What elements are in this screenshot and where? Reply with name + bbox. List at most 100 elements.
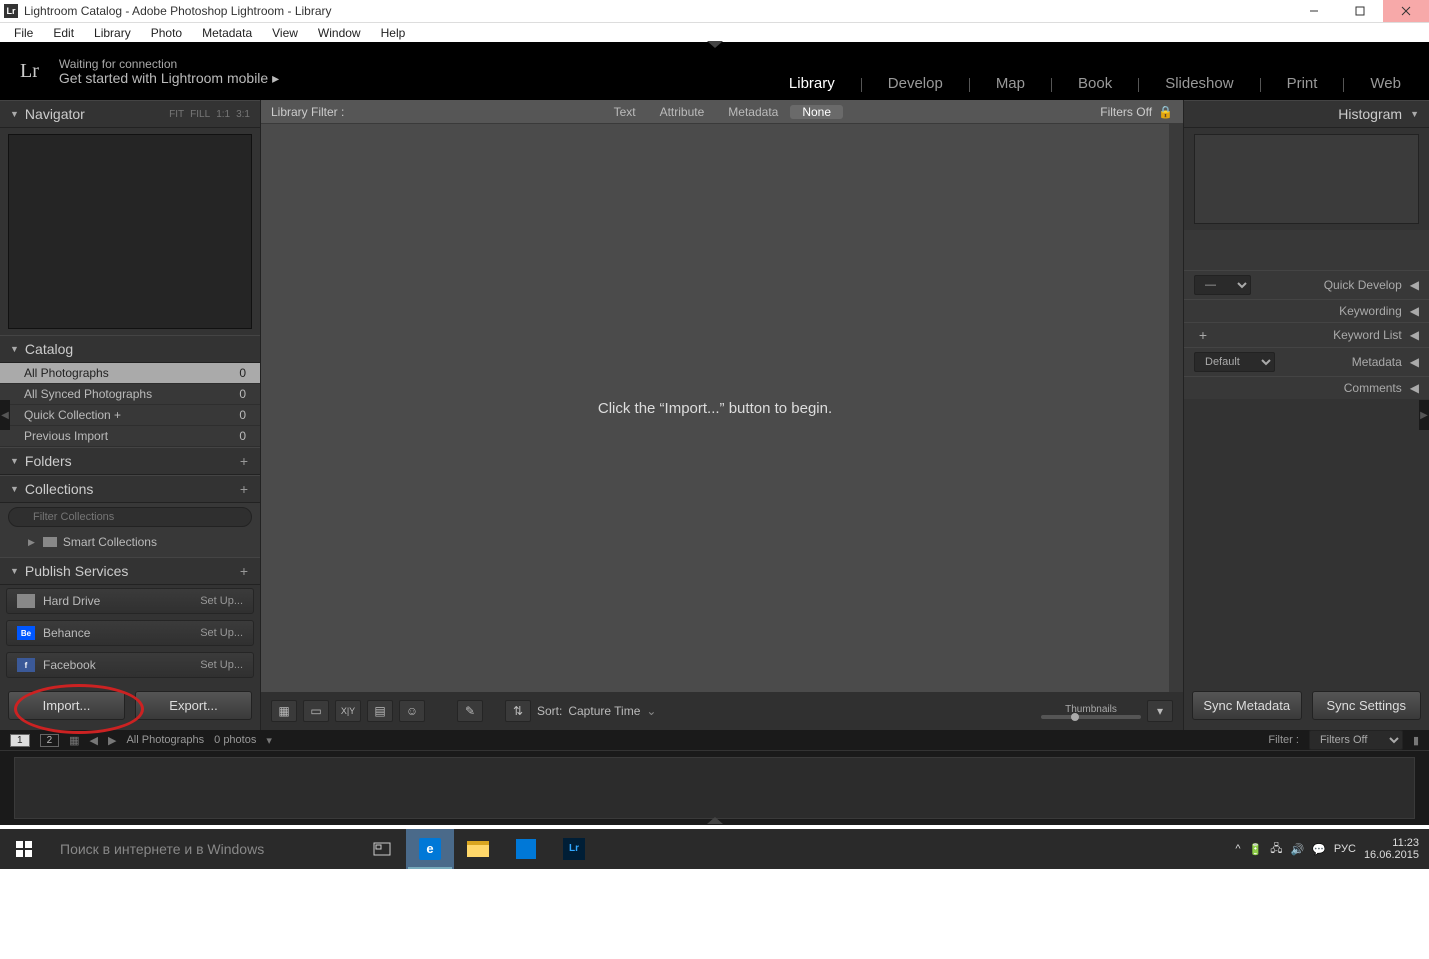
people-view-icon[interactable]: ☺ — [399, 700, 425, 722]
publish-header[interactable]: ▼ Publish Services + — [0, 557, 260, 585]
sync-settings-button[interactable]: Sync Settings — [1312, 691, 1422, 720]
collections-header[interactable]: ▼ Collections + — [0, 475, 260, 503]
tray-battery-icon[interactable]: 🔋 — [1249, 843, 1263, 856]
start-button[interactable] — [0, 829, 48, 869]
module-library[interactable]: Library — [781, 75, 843, 92]
histogram-header[interactable]: Histogram ▼ — [1184, 100, 1429, 128]
mobile-getstarted[interactable]: Get started with Lightroom mobile ▸ — [59, 71, 279, 85]
taskbar-store-icon[interactable] — [502, 829, 550, 869]
tray-chevron-icon[interactable]: ^ — [1235, 843, 1240, 855]
module-slideshow[interactable]: Slideshow — [1157, 75, 1241, 92]
chevron-left-icon[interactable]: ◀ — [1410, 278, 1419, 292]
grid-view-icon[interactable]: ▦ — [271, 700, 297, 722]
navigator-zoom-opts[interactable]: FITFILL1:13:1 — [163, 109, 250, 120]
module-print[interactable]: Print — [1279, 75, 1326, 92]
filmstrip-filter-label: Filter : — [1268, 734, 1299, 746]
panel-collapse-left-icon[interactable]: ◀ — [0, 400, 10, 430]
navigator-header[interactable]: ▼ Navigator FITFILL1:13:1 — [0, 100, 260, 128]
taskbar-edge-icon[interactable]: e — [406, 829, 454, 869]
add-publish-icon[interactable]: + — [238, 563, 250, 579]
catalog-all-photos[interactable]: All Photographs0 — [0, 363, 260, 384]
export-button[interactable]: Export... — [135, 691, 252, 720]
task-view-icon[interactable] — [358, 829, 406, 869]
menubar: File Edit Library Photo Metadata View Wi… — [0, 22, 1429, 42]
menu-file[interactable]: File — [6, 24, 41, 42]
publish-behance[interactable]: Be BehanceSet Up... — [6, 620, 254, 646]
module-web[interactable]: Web — [1362, 75, 1409, 92]
lock-icon[interactable]: 🔒 — [1158, 105, 1173, 119]
sort-direction-icon[interactable]: ⇅ — [505, 700, 531, 722]
filter-metadata[interactable]: Metadata — [716, 105, 790, 119]
monitor-2-button[interactable]: 2 — [40, 734, 60, 747]
menu-help[interactable]: Help — [373, 24, 414, 42]
publish-facebook[interactable]: f FacebookSet Up... — [6, 652, 254, 678]
tray-language[interactable]: РУС — [1334, 843, 1356, 855]
filmstrip-filter-select[interactable]: Filters Off — [1309, 730, 1403, 750]
taskbar-search[interactable]: Поиск в интернете и в Windows — [48, 829, 358, 869]
menu-window[interactable]: Window — [310, 24, 369, 42]
toolbar-dropdown-icon[interactable]: ▾ — [1147, 700, 1173, 722]
tray-notifications-icon[interactable]: 💬 — [1312, 843, 1326, 856]
quickdev-preset-select[interactable]: — — [1194, 275, 1251, 295]
folders-header[interactable]: ▼ Folders + — [0, 447, 260, 475]
tray-network-icon[interactable]: 🖧 — [1270, 840, 1282, 859]
module-map[interactable]: Map — [988, 75, 1033, 92]
close-button[interactable] — [1383, 0, 1429, 22]
filter-attribute[interactable]: Attribute — [648, 105, 717, 119]
module-book[interactable]: Book — [1070, 75, 1120, 92]
sync-metadata-button[interactable]: Sync Metadata — [1192, 691, 1302, 720]
panel-collapse-right-icon[interactable]: ▶ — [1419, 400, 1429, 430]
publish-hard-drive[interactable]: Hard DriveSet Up... — [6, 588, 254, 614]
monitor-1-button[interactable]: 1 — [10, 734, 30, 747]
maximize-button[interactable] — [1337, 0, 1383, 22]
add-collection-icon[interactable]: + — [238, 481, 250, 497]
chevron-left-icon[interactable]: ◀ — [1410, 355, 1419, 369]
filter-collections-input[interactable] — [8, 507, 252, 527]
menu-edit[interactable]: Edit — [45, 24, 82, 42]
survey-view-icon[interactable]: ▤ — [367, 700, 393, 722]
chevron-left-icon[interactable]: ◀ — [1410, 381, 1419, 395]
catalog-header[interactable]: ▼ Catalog — [0, 335, 260, 363]
panel-collapse-top-icon[interactable] — [707, 41, 723, 48]
filter-text[interactable]: Text — [602, 105, 648, 119]
minimize-button[interactable] — [1291, 0, 1337, 22]
sort-value-dropdown[interactable]: Capture Time — [568, 704, 640, 718]
chevron-left-icon[interactable]: ◀ — [1410, 304, 1419, 318]
add-keyword-icon[interactable]: + — [1194, 327, 1212, 343]
module-develop[interactable]: Develop — [880, 75, 951, 92]
filters-off-dropdown[interactable]: Filters Off — [1100, 105, 1152, 119]
breadcrumb[interactable]: All Photographs — [126, 734, 204, 746]
metadata-preset-select[interactable]: Default — [1194, 352, 1275, 372]
tray-volume-icon[interactable]: 🔊 — [1291, 843, 1305, 856]
import-button[interactable]: Import... — [8, 691, 125, 720]
menu-view[interactable]: View — [264, 24, 306, 42]
add-folder-icon[interactable]: + — [238, 453, 250, 469]
nav-forward-icon[interactable]: ▶ — [108, 734, 116, 747]
menu-library[interactable]: Library — [86, 24, 139, 42]
catalog-synced[interactable]: All Synced Photographs0 — [0, 384, 260, 405]
facebook-icon: f — [17, 658, 35, 672]
menu-photo[interactable]: Photo — [143, 24, 190, 42]
navigator-preview[interactable] — [8, 134, 252, 329]
compare-view-icon[interactable]: X|Y — [335, 700, 361, 722]
nav-back-icon[interactable]: ◀ — [90, 734, 98, 747]
thumbnail-size-slider[interactable] — [1041, 715, 1141, 719]
taskbar-explorer-icon[interactable] — [454, 829, 502, 869]
right-panel: Histogram ▼ — Quick Develop ◀ Keywording… — [1184, 100, 1429, 730]
loupe-view-icon[interactable]: ▭ — [303, 700, 329, 722]
filter-switch-icon[interactable]: ▮ — [1413, 734, 1419, 747]
taskbar-lightroom-icon[interactable]: Lr — [550, 829, 598, 869]
catalog-quick-collection[interactable]: Quick Collection +0 — [0, 405, 260, 426]
collection-set-icon — [43, 537, 57, 547]
panel-collapse-bottom-icon[interactable] — [707, 817, 723, 824]
grid-small-icon[interactable]: ▦ — [69, 734, 79, 747]
lr-logo: Lr — [20, 60, 39, 83]
painter-tool-icon[interactable]: ✎ — [457, 700, 483, 722]
smart-collections-item[interactable]: ▶ Smart Collections — [8, 531, 252, 553]
filter-none[interactable]: None — [790, 105, 843, 119]
catalog-previous-import[interactable]: Previous Import0 — [0, 426, 260, 447]
tray-clock[interactable]: 11:23 16.06.2015 — [1364, 837, 1419, 861]
menu-metadata[interactable]: Metadata — [194, 24, 260, 42]
filmstrip[interactable] — [0, 750, 1429, 825]
chevron-left-icon[interactable]: ◀ — [1410, 328, 1419, 342]
